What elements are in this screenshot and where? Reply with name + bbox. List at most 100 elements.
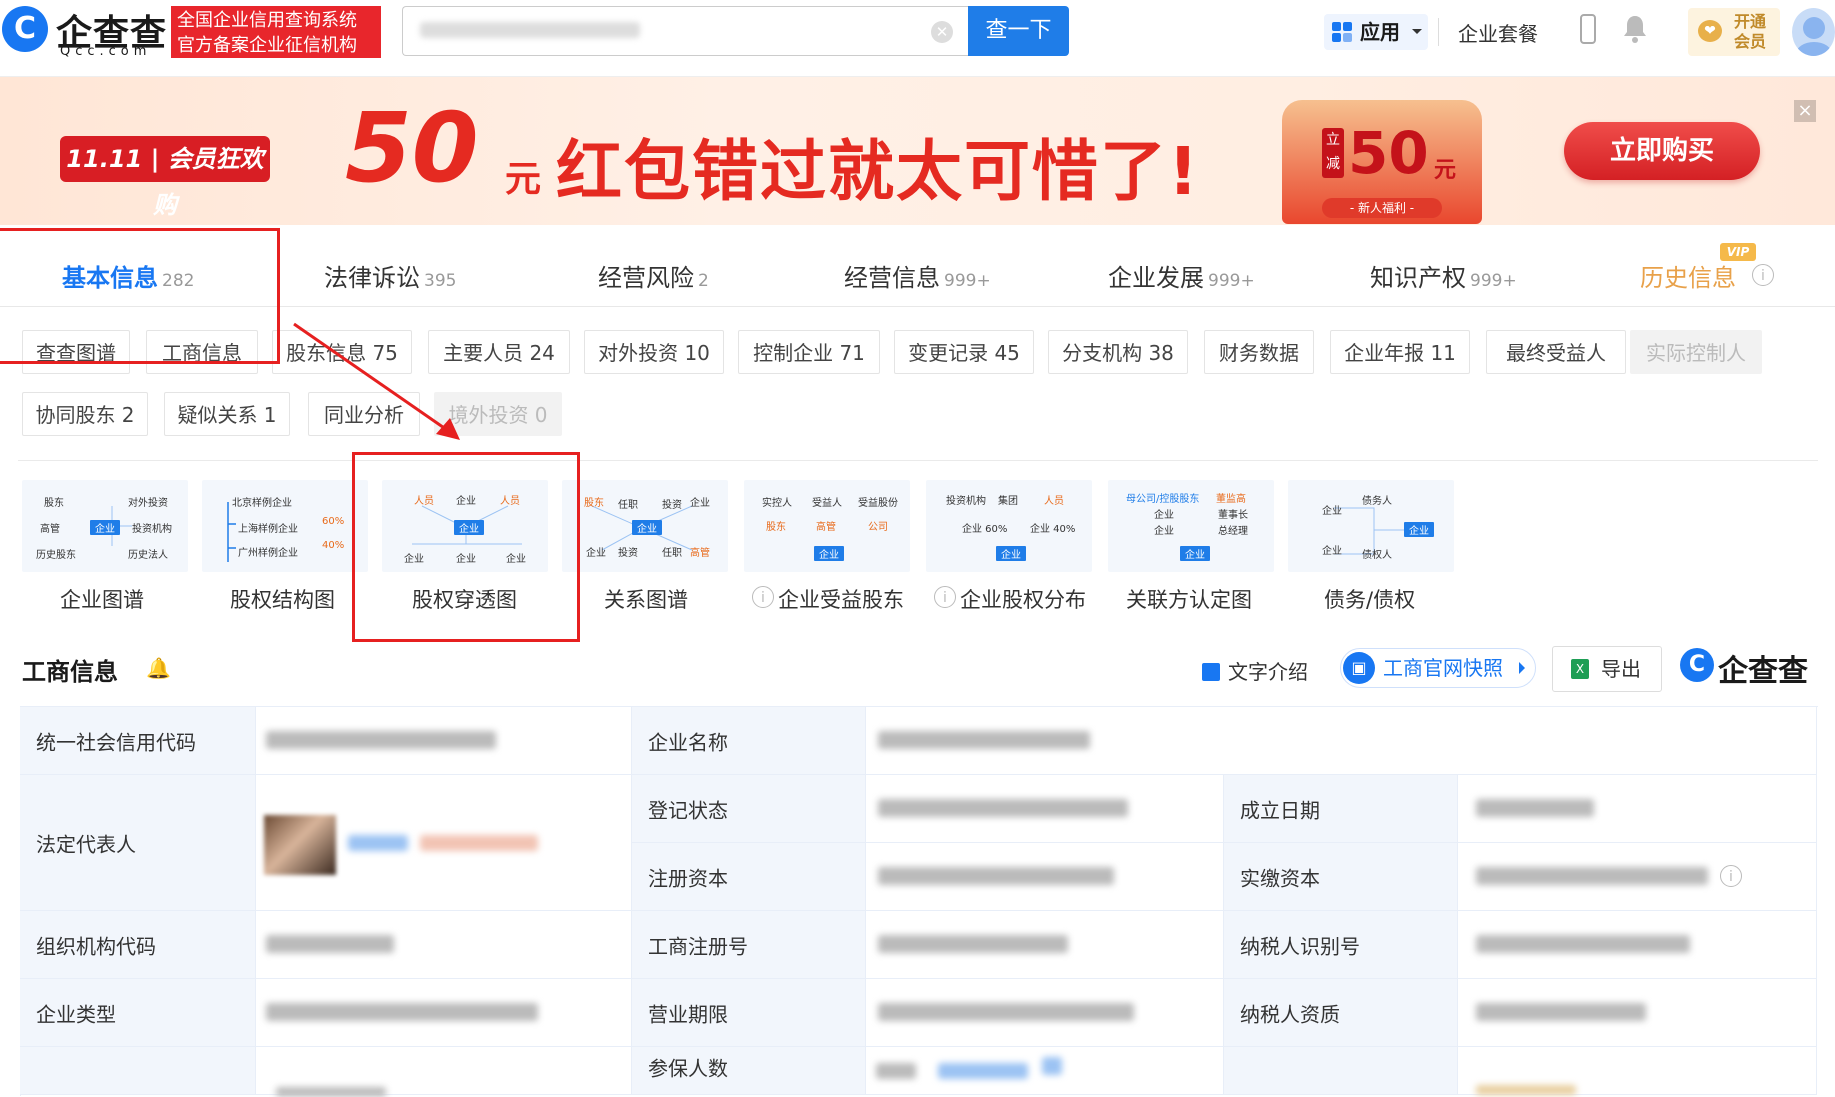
export-button[interactable]: X 导出	[1552, 646, 1662, 692]
mini-node: 40%	[322, 540, 345, 551]
value-cell	[256, 911, 632, 979]
info-icon[interactable]: i	[1720, 865, 1742, 887]
info-icon[interactable]: i	[752, 586, 774, 608]
mini-node: 集团	[998, 496, 1018, 507]
search-button[interactable]: 查一下	[968, 6, 1069, 56]
tab-litigation[interactable]: 法律诉讼 395	[324, 258, 456, 293]
mini-node: 实控人	[762, 498, 792, 509]
chip-ultimate-beneficiary[interactable]: 最终受益人	[1486, 330, 1626, 374]
diagram-label[interactable]: 股权结构图	[230, 584, 335, 614]
label-reg-number: 工商注册号	[648, 934, 748, 958]
mini-node: 高管	[816, 522, 836, 533]
chip-financial-data[interactable]: 财务数据	[1204, 330, 1314, 374]
label-legal-rep: 法定代表人	[36, 832, 136, 856]
brand-watermark-text: 企查查	[1718, 654, 1808, 689]
diagram-card-enterprise-graph[interactable]: 股东 对外投资 高管 企业 投资机构 历史股东 历史法人	[22, 480, 188, 572]
chip-controlled-companies[interactable]: 控制企业 71	[738, 330, 880, 374]
chip-suspected-relations[interactable]: 疑似关系 1	[164, 392, 290, 436]
clear-icon[interactable]: ✕	[931, 21, 953, 43]
label-cell: 参保人数	[632, 1047, 866, 1095]
slogan-line1: 全国企业信用查询系统	[177, 10, 357, 31]
diagram-card-debt-credit[interactable]: 企业 债务人 企业 企业 债权人	[1288, 480, 1454, 572]
chip-outbound-investment[interactable]: 对外投资 10	[584, 330, 724, 374]
open-vip-button[interactable]: ❤ 开通 会员	[1688, 8, 1780, 56]
chip-change-records[interactable]: 变更记录 45	[894, 330, 1034, 374]
diagram-card-relationship-graph[interactable]: 股东 任职 投资 企业 企业 企业 投资 任职 高管	[562, 480, 728, 572]
tab-intellectual-property[interactable]: 知识产权 999+	[1370, 258, 1517, 293]
value-cell	[256, 979, 632, 1047]
diagram-card-beneficial-shareholders[interactable]: 实控人 受益人 受益股份 股东 高管 公司 企业	[744, 480, 910, 572]
banner-headline: 红包错过就太可惜了!	[556, 133, 1201, 210]
chip-actual-controller[interactable]: 实际控制人	[1630, 330, 1762, 374]
vip-line1: 开通	[1734, 12, 1767, 31]
mini-node: 股东	[766, 522, 786, 533]
value-cell	[866, 775, 1224, 843]
legal-rep-avatar[interactable]	[264, 815, 336, 875]
tab-history-info[interactable]: 历史信息	[1640, 258, 1736, 293]
mini-node: 企业 60%	[962, 524, 1008, 535]
diagram-label[interactable]: 债务/债权	[1324, 584, 1415, 614]
chip-co-shareholders[interactable]: 协同股东 2	[22, 392, 148, 436]
diagram-label[interactable]: 企业股权分布	[960, 584, 1086, 614]
buy-now-button[interactable]: 立即购买	[1564, 122, 1760, 180]
diagram-label[interactable]: 企业受益股东	[778, 584, 904, 614]
export-label: 导出	[1601, 657, 1641, 681]
search-input-blurred-value	[420, 22, 640, 38]
label-cell: 法定代表人	[20, 775, 256, 911]
chip-branches[interactable]: 分支机构 38	[1048, 330, 1188, 374]
subscribe-bell-icon[interactable]: 🔔	[146, 656, 171, 680]
tab-label: 企业发展	[1108, 264, 1204, 292]
slogan-badge: 全国企业信用查询系统 官方备案企业征信机构	[171, 6, 381, 58]
mobile-phone-icon[interactable]	[1580, 14, 1596, 44]
enterprise-package-link[interactable]: 企业套餐	[1458, 18, 1538, 47]
label-insured-count: 参保人数	[648, 1056, 728, 1081]
mini-node: 企业	[1180, 546, 1210, 561]
tab-business-risk[interactable]: 经营风险 2	[598, 258, 709, 293]
tab-count: 999+	[1470, 271, 1517, 291]
mini-node: 企业	[1322, 546, 1342, 557]
chevron-down-icon	[1412, 29, 1422, 39]
label-cell	[1224, 1047, 1458, 1095]
info-icon[interactable]: i	[1752, 264, 1774, 286]
label-taxpayer-id: 纳税人识别号	[1240, 934, 1360, 958]
value-cell	[866, 979, 1224, 1047]
info-icon[interactable]: i	[934, 586, 956, 608]
text-intro-button[interactable]: 文字介绍	[1202, 656, 1308, 685]
diagram-card-equity-structure[interactable]: 北京样例企业 上海样例企业 60% 广州样例企业 40%	[202, 480, 368, 572]
mini-node: 北京样例企业	[232, 498, 292, 509]
diagram-label[interactable]: 关系图谱	[604, 584, 688, 614]
banner-big-number: 50	[345, 92, 479, 204]
user-avatar[interactable]	[1792, 8, 1835, 56]
label-company-type: 企业类型	[36, 1002, 116, 1026]
mini-node: 投资	[662, 500, 682, 511]
annotation-box-basic-info	[0, 228, 280, 364]
official-snapshot-button[interactable]: ▣ 工商官网快照	[1340, 648, 1536, 688]
mini-node: 企业	[1154, 510, 1174, 521]
diagram-label[interactable]: 企业图谱	[60, 584, 144, 614]
chevron-right-icon	[1519, 662, 1531, 674]
qcc-logo-icon[interactable]: C	[2, 6, 48, 52]
diagram-card-equity-distribution[interactable]: 投资机构 集团 人员 企业 60% 企业 40% 企业	[926, 480, 1092, 572]
label-cell: 注册资本	[632, 843, 866, 911]
diagram-label[interactable]: 关联方认定图	[1126, 584, 1252, 614]
notification-bell-icon[interactable]	[1622, 14, 1648, 44]
mini-node: 投资机构	[132, 524, 172, 535]
chip-annual-reports[interactable]: 企业年报 11	[1330, 330, 1470, 374]
text-intro-icon	[1202, 663, 1220, 681]
mini-node: 投资	[618, 548, 638, 559]
mini-node: 股东	[44, 498, 64, 509]
tab-development[interactable]: 企业发展 999+	[1108, 258, 1255, 293]
annotation-box-equity-penetration	[352, 452, 580, 642]
tab-label: 经营风险	[598, 264, 694, 292]
label-paid-capital: 实缴资本	[1240, 866, 1320, 890]
diagram-card-related-party[interactable]: 母公司/控股股东 董监高 企业 董事长 企业 总经理 企业	[1108, 480, 1274, 572]
mini-node: 债权人	[1362, 550, 1392, 561]
annotation-arrow-icon	[293, 322, 460, 440]
label-cell: 纳税人识别号	[1224, 911, 1458, 979]
banner-close-icon[interactable]: ×	[1794, 100, 1816, 122]
value-cell	[1458, 979, 1817, 1047]
mini-node: 董监高	[1216, 494, 1246, 505]
apps-dropdown[interactable]: 应用	[1324, 14, 1428, 50]
tab-operating-info[interactable]: 经营信息 999+	[844, 258, 991, 293]
label-cell: 企业名称	[632, 707, 866, 775]
